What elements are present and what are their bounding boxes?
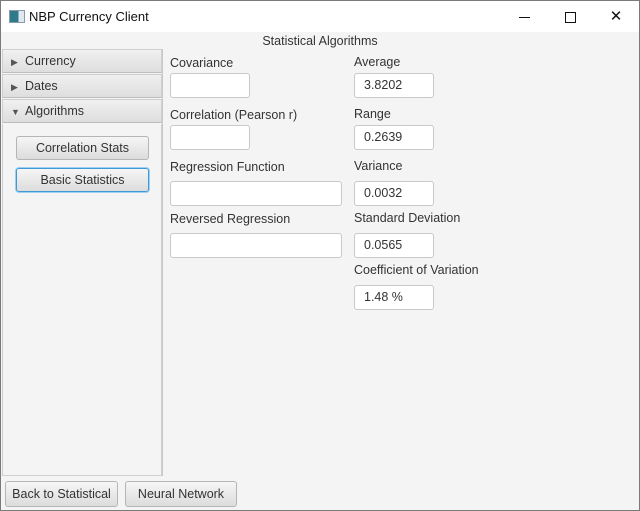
chevron-right-icon: ▶ [11,82,18,92]
correlation-label: Correlation (Pearson r) [170,108,298,122]
maximize-icon [564,11,576,23]
accordion-pane-label: Algorithms [25,104,85,118]
variance-label: Variance [354,159,403,173]
range-field[interactable]: 0.2639 [354,125,434,150]
maximize-button[interactable] [547,1,593,32]
reversed-regression-field[interactable] [170,233,342,258]
title-bar: NBP Currency Client ✕ [1,1,639,32]
coefficient-of-variation-label: Coefficient of Variation [354,263,479,277]
chevron-right-icon: ▶ [11,57,18,67]
neural-network-button[interactable]: Neural Network [125,481,237,507]
standard-deviation-field[interactable]: 0.0565 [354,233,434,258]
accordion-pane-label: Dates [25,79,58,93]
window-title: NBP Currency Client [29,9,149,24]
close-button[interactable]: ✕ [593,1,639,32]
accordion-pane-label: Currency [25,54,76,68]
minimize-button[interactable] [501,1,547,32]
standard-deviation-label: Standard Deviation [354,211,461,225]
sidebar-accordion: ▶ Currency ▶ Dates ▼ Algorithms Correlation… [2,49,163,476]
basic-statistics-button[interactable]: Basic Statistics [16,168,149,192]
correlation-field[interactable] [170,125,250,150]
reversed-regression-label: Reversed Regression [170,212,291,226]
chevron-down-icon: ▼ [11,107,20,117]
page-title: Statistical Algorithms [262,34,378,48]
average-field[interactable]: 3.8202 [354,73,434,98]
average-label: Average [354,55,401,69]
minimize-icon [518,16,530,18]
app-window: NBP Currency Client ✕ Statistical Algori… [0,0,640,511]
regression-function-label: Regression Function [170,160,285,174]
variance-field[interactable]: 0.0032 [354,181,434,206]
regression-function-field[interactable] [170,181,342,206]
app-icon [9,10,25,23]
accordion-pane-algorithms[interactable]: ▼ Algorithms [2,99,162,123]
covariance-field[interactable] [170,73,250,98]
correlation-stats-button[interactable]: Correlation Stats [16,136,149,160]
coefficient-of-variation-field[interactable]: 1.48 % [354,285,434,310]
back-to-statistical-button[interactable]: Back to Statistical [5,481,118,507]
accordion-pane-dates[interactable]: ▶ Dates [2,74,162,98]
close-icon: ✕ [609,8,623,25]
accordion-pane-currency[interactable]: ▶ Currency [2,49,162,73]
range-label: Range [354,107,391,121]
covariance-label: Covariance [170,56,234,70]
algorithms-pane-content: Correlation Stats Basic Statistics [2,124,162,476]
